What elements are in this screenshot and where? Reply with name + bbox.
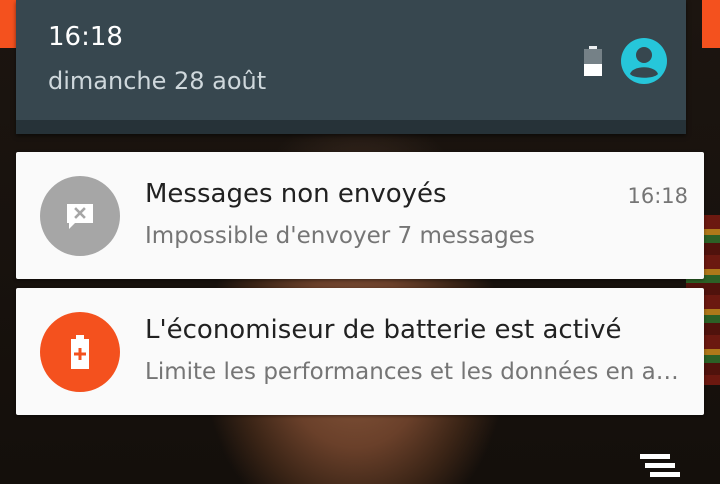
battery-saver-icon	[584, 46, 602, 76]
message-failed-icon	[40, 176, 120, 256]
notification-messages-unsent[interactable]: Messages non envoyés Impossible d'envoye…	[16, 152, 704, 279]
date-label[interactable]: dimanche 28 août	[48, 64, 266, 98]
notification-title: Messages non envoyés	[145, 179, 447, 209]
notification-time: 16:18	[627, 184, 688, 208]
notification-text: Limite les performances et les données e…	[145, 359, 685, 385]
quick-settings-divider	[16, 120, 686, 134]
notification-text: Impossible d'envoyer 7 messages	[145, 223, 535, 249]
user-avatar-icon[interactable]	[621, 38, 667, 84]
clock-time: 16:18	[48, 22, 123, 52]
notification-battery-saver[interactable]: L'économiseur de batterie est activé Lim…	[16, 288, 704, 415]
battery-saver-icon	[40, 312, 120, 392]
quick-settings-header[interactable]: 16:18 dimanche 28 août	[16, 0, 686, 134]
clear-all-icon[interactable]	[632, 448, 688, 484]
notification-title: L'économiseur de batterie est activé	[145, 315, 622, 345]
status-bar-edge-right	[702, 0, 720, 48]
